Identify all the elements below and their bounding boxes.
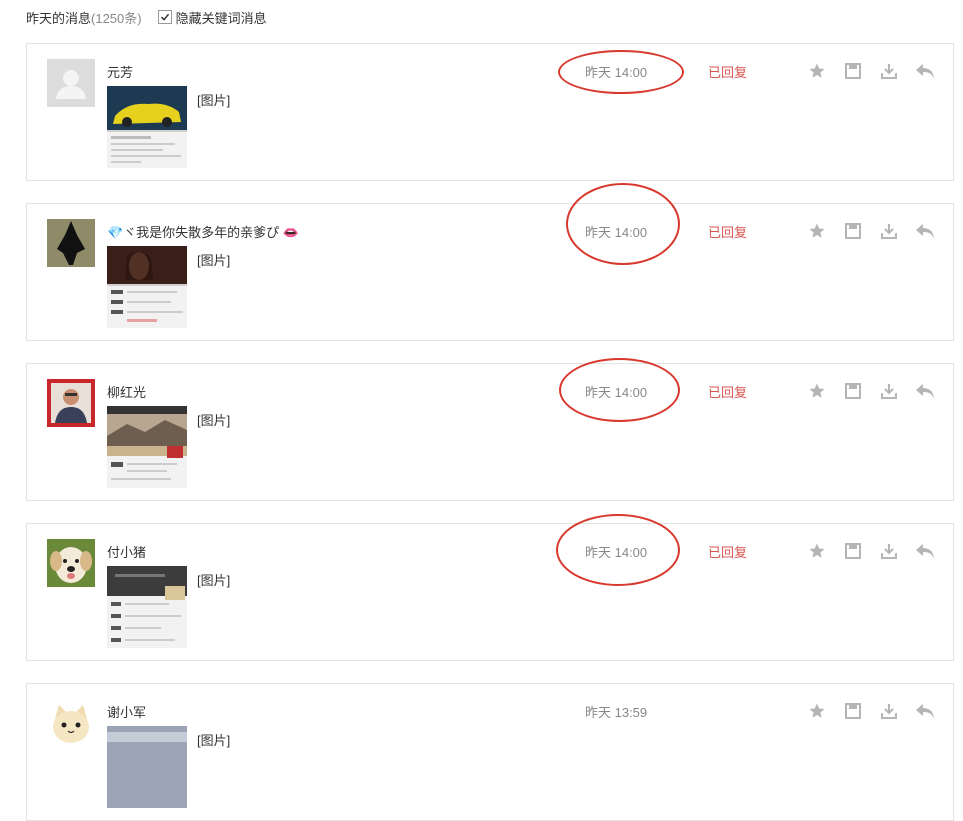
reply-button[interactable]	[915, 541, 935, 561]
save-icon	[845, 63, 861, 79]
status-replied: 已回复	[708, 545, 748, 560]
reply-button[interactable]	[915, 701, 935, 721]
hide-keyword-checkbox[interactable]	[157, 10, 172, 24]
avatar[interactable]	[47, 379, 95, 427]
hide-keyword-label[interactable]: 隐藏关键词消息	[176, 8, 267, 27]
message-content: [图片]	[197, 93, 231, 108]
download-button[interactable]	[879, 701, 899, 721]
save-icon	[845, 703, 861, 719]
image-thumbnail[interactable]	[107, 726, 187, 808]
sender-name[interactable]: 付小猪	[107, 542, 146, 561]
status-replied: 已回复	[708, 65, 748, 80]
message-content: [图片]	[197, 413, 231, 428]
sender-name[interactable]: 柳红光	[107, 382, 146, 401]
download-button[interactable]	[879, 381, 899, 401]
reply-icon	[916, 384, 934, 398]
reply-icon	[916, 544, 934, 558]
sender-name[interactable]: 谢小军	[107, 702, 146, 721]
message-time: 昨天 14:00	[585, 385, 648, 400]
star-button[interactable]	[807, 381, 827, 401]
messages-header: 昨天的消息 (1250条) 隐藏关键词消息	[26, 7, 267, 27]
reply-button[interactable]	[915, 61, 935, 81]
image-thumbnail[interactable]	[107, 86, 187, 168]
download-icon	[881, 704, 897, 719]
star-icon	[809, 703, 825, 718]
message-card: 元芳 [图片] 昨天 14:00 已回复	[26, 43, 954, 181]
sender-name[interactable]: 元芳	[107, 62, 133, 81]
star-button[interactable]	[807, 701, 827, 721]
default-user-icon	[47, 59, 95, 107]
message-card: 柳红光 [图片] 昨天 14:00 已回复	[26, 363, 954, 501]
message-content: [图片]	[197, 733, 231, 748]
save-button[interactable]	[843, 541, 863, 561]
save-button[interactable]	[843, 61, 863, 81]
download-icon	[881, 384, 897, 399]
download-button[interactable]	[879, 221, 899, 241]
avatar-image	[47, 379, 95, 427]
message-time: 昨天 14:00	[585, 545, 648, 560]
download-icon	[881, 64, 897, 79]
save-icon	[845, 383, 861, 399]
avatar-image	[47, 219, 95, 267]
image-thumbnail[interactable]	[107, 406, 187, 488]
avatar[interactable]	[47, 539, 95, 587]
check-icon	[160, 13, 169, 21]
cat-avatar-image	[47, 699, 95, 747]
star-icon	[809, 223, 825, 238]
portrait-screenshot-thumbnail	[107, 246, 187, 328]
message-card: 💎ヾ我是你失散多年的亲爹ぴ 👄 [图片] 昨天 14:00 已回复	[26, 203, 954, 341]
message-card: 谢小军 [图片] 昨天 13:59	[26, 683, 954, 821]
reply-button[interactable]	[915, 221, 935, 241]
reply-icon	[916, 64, 934, 78]
message-actions	[807, 61, 935, 81]
car-screenshot-thumbnail	[107, 86, 187, 168]
download-icon	[881, 544, 897, 559]
save-icon	[845, 543, 861, 559]
avatar[interactable]	[47, 699, 95, 747]
message-actions	[807, 541, 935, 561]
star-icon	[809, 63, 825, 78]
star-button[interactable]	[807, 541, 827, 561]
message-time: 昨天 13:59	[585, 705, 648, 720]
puppy-avatar-image	[47, 539, 95, 587]
message-content: [图片]	[197, 253, 231, 268]
reply-icon	[916, 704, 934, 718]
status-replied: 已回复	[708, 385, 748, 400]
message-time: 昨天 14:00	[585, 225, 648, 240]
message-count: (1250条)	[91, 10, 142, 26]
save-button[interactable]	[843, 221, 863, 241]
save-icon	[845, 223, 861, 239]
image-thumbnail[interactable]	[107, 246, 187, 328]
image-thumbnail[interactable]	[107, 566, 187, 648]
download-icon	[881, 224, 897, 239]
star-button[interactable]	[807, 221, 827, 241]
download-button[interactable]	[879, 541, 899, 561]
sender-name[interactable]: 💎ヾ我是你失散多年的亲爹ぴ 👄	[107, 222, 299, 241]
message-actions	[807, 221, 935, 241]
avatar[interactable]	[47, 59, 95, 107]
message-content: [图片]	[197, 573, 231, 588]
message-actions	[807, 701, 935, 721]
chat-screenshot-thumbnail	[107, 566, 187, 648]
status-replied: 已回复	[708, 225, 748, 240]
screenshot-thumbnail	[107, 726, 187, 808]
reply-icon	[916, 224, 934, 238]
save-button[interactable]	[843, 381, 863, 401]
message-actions	[807, 381, 935, 401]
avatar[interactable]	[47, 219, 95, 267]
star-icon	[809, 383, 825, 398]
download-button[interactable]	[879, 61, 899, 81]
landscape-screenshot-thumbnail	[107, 406, 187, 488]
message-card: 付小猪 [图片] 昨天 14:00 已回复	[26, 523, 954, 661]
star-button[interactable]	[807, 61, 827, 81]
header-title: 昨天的消息	[26, 10, 92, 26]
reply-button[interactable]	[915, 381, 935, 401]
message-time: 昨天 14:00	[585, 65, 648, 80]
star-icon	[809, 543, 825, 558]
save-button[interactable]	[843, 701, 863, 721]
